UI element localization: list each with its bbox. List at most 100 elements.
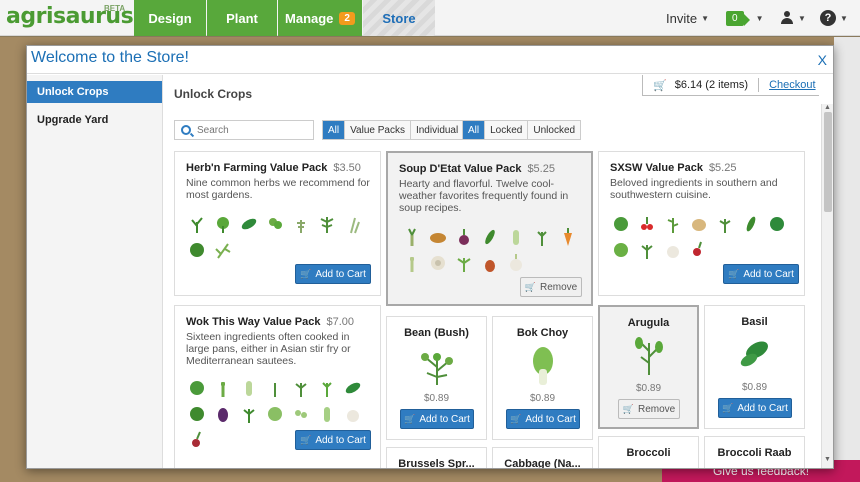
crop-card-broccoli-raab[interactable]: Broccoli Raab	[704, 436, 805, 468]
sidebar-item-upgrade-yard[interactable]: Upgrade Yard	[27, 109, 162, 131]
tab-design-label: Design	[148, 10, 192, 26]
cart-icon: 🛒	[300, 434, 312, 445]
crop-card-bok-choy[interactable]: Bok Choy $0.89 🛒 Add to Cart	[492, 316, 593, 440]
help-icon: ?	[820, 10, 836, 26]
vegetable-icon	[190, 381, 204, 395]
invite-menu[interactable]: Invite ▼	[666, 0, 709, 36]
lock-filter: All Locked Unlocked	[462, 120, 582, 140]
search-box	[174, 120, 314, 140]
tab-store[interactable]: Store	[363, 0, 435, 36]
add-to-cart-button[interactable]: 🛒 Add to Cart	[718, 398, 792, 418]
sidebar-item-unlock-crops[interactable]: Unlock Crops	[27, 81, 162, 103]
pack-description: Beloved ingredients in southern and sout…	[610, 177, 778, 201]
right-panel	[834, 37, 860, 482]
tab-manage-label: Manage	[285, 10, 334, 26]
filter-type-all[interactable]: All	[323, 121, 346, 139]
coins-menu[interactable]: 0 ▼	[726, 9, 763, 27]
divider	[758, 78, 760, 92]
crop-card-brussels-sprouts[interactable]: Brussels Spr...	[386, 447, 487, 469]
modal-header: Welcome to the Store! X	[27, 46, 833, 74]
crop-name: Brussels Spr...	[398, 458, 475, 469]
scroll-down-icon[interactable]: ▼	[824, 456, 831, 463]
store-content: Unlock Crops 🛒 $6.14 (2 items) Checkout …	[164, 75, 819, 469]
crop-card-bean-bush[interactable]: Bean (Bush) $0.89 🛒 Add to Cart	[386, 316, 487, 440]
pack-title: Soup D'Etat Value Pack $5.25	[399, 163, 555, 175]
filter-type-individual[interactable]: Individual	[411, 121, 463, 139]
crop-name: Bean (Bush)	[404, 327, 469, 339]
vegetable-icon	[485, 229, 495, 245]
chevron-down-icon: ▼	[755, 13, 764, 23]
vegetable-icon	[221, 382, 225, 397]
add-to-cart-button[interactable]: 🛒 Add to Cart	[723, 264, 799, 284]
vegetable-icon	[324, 407, 330, 422]
logo[interactable]: agrisaurus BETA	[6, 4, 134, 32]
pack-description: Sixteen ingredients often cooked in larg…	[186, 331, 351, 367]
checkout-link[interactable]: Checkout	[769, 79, 815, 91]
top-navbar: agrisaurus BETA Design Plant Manage 2 St…	[0, 0, 860, 36]
tab-plant-label: Plant	[226, 10, 258, 26]
pack-card-herbn-farming[interactable]: Herb'n Farming Value Pack $3.50 Nine comm…	[174, 151, 381, 296]
vegetable-icon	[564, 228, 572, 246]
crop-card-cabbage[interactable]: Cabbage (Na...	[492, 447, 593, 469]
vegetable-icon	[408, 228, 416, 246]
vegetable-icon	[192, 431, 201, 447]
crop-name: Broccoli	[626, 447, 671, 459]
cart-icon: 🛒	[404, 413, 416, 424]
cart-total: $6.14 (2 items)	[674, 79, 749, 91]
vegetable-icon	[345, 382, 361, 394]
vegetable-icon	[431, 256, 445, 270]
vegetable-icon	[614, 217, 628, 231]
crop-card-basil[interactable]: Basil $0.89 🛒 Add to Cart	[704, 305, 805, 429]
pack-title: SXSW Value Pack $5.25	[610, 162, 737, 174]
bok-choy-icon	[532, 347, 553, 385]
filter-type-value-packs[interactable]: Value Packs	[345, 121, 411, 139]
tab-design[interactable]: Design	[134, 0, 206, 36]
crop-card-arugula[interactable]: Arugula $0.89 🛒 Remove	[598, 305, 699, 429]
beta-badge: BETA	[104, 4, 126, 13]
remove-button[interactable]: 🛒 Remove	[618, 399, 680, 419]
pack-card-wok-this-way[interactable]: Wok This Way Value Pack $7.00 Sixteen ing…	[174, 305, 381, 468]
modal-title: Welcome to the Store!	[31, 49, 189, 66]
plant-icon-grid	[611, 214, 801, 260]
pack-card-sxsw[interactable]: SXSW Value Pack $5.25 Beloved ingredients…	[598, 151, 805, 296]
cart-icon: 🛒	[622, 403, 634, 414]
chevron-down-icon: ▼	[798, 13, 806, 23]
bean-icon	[420, 353, 453, 385]
add-to-cart-button[interactable]: 🛒 Add to Cart	[295, 430, 371, 450]
section-title: Unlock Crops	[174, 87, 253, 101]
user-menu[interactable]: ▼	[780, 9, 806, 27]
manage-count-badge: 2	[339, 11, 355, 25]
search-input[interactable]	[197, 124, 307, 136]
vegetable-icon	[347, 410, 359, 422]
tab-manage[interactable]: Manage 2	[278, 0, 362, 36]
close-icon[interactable]: X	[818, 52, 827, 68]
add-to-cart-button[interactable]: 🛒 Add to Cart	[295, 264, 371, 284]
filter-lock-locked[interactable]: Locked	[485, 121, 529, 139]
herb-icon	[215, 243, 231, 259]
tab-plant[interactable]: Plant	[207, 0, 277, 36]
crop-price: $0.89	[423, 393, 450, 404]
help-menu[interactable]: ? ▼	[820, 9, 848, 27]
add-to-cart-button[interactable]: 🛒 Add to Cart	[400, 409, 474, 429]
pack-description: Nine common herbs we recommend for most …	[186, 177, 370, 201]
pack-card-soup-detat[interactable]: Soup D'Etat Value Pack $5.25 Hearty and f…	[386, 151, 593, 306]
scroll-thumb[interactable]	[824, 112, 832, 212]
crop-card-broccoli[interactable]: Broccoli	[598, 436, 699, 468]
remove-button[interactable]: 🛒 Remove	[520, 277, 582, 297]
herb-icon	[190, 243, 204, 257]
vegetable-icon	[537, 231, 547, 246]
crop-price: $0.89	[635, 383, 662, 394]
vegetable-icon	[692, 219, 706, 231]
filter-lock-unlocked[interactable]: Unlocked	[528, 121, 580, 139]
vegetable-icon	[719, 219, 731, 233]
crop-name: Basil	[741, 316, 768, 328]
vegetable-icon	[746, 216, 756, 232]
add-to-cart-button[interactable]: 🛒 Add to Cart	[506, 409, 580, 429]
scroll-up-icon[interactable]: ▲	[824, 104, 831, 111]
cart-icon: 🛒	[653, 79, 667, 92]
content-scrollbar[interactable]: ▲ ▼	[821, 104, 833, 468]
vegetable-icon	[485, 260, 495, 272]
crop-name: Cabbage (Na...	[504, 458, 581, 469]
filter-lock-all[interactable]: All	[463, 121, 486, 139]
vegetable-icon	[295, 383, 307, 397]
